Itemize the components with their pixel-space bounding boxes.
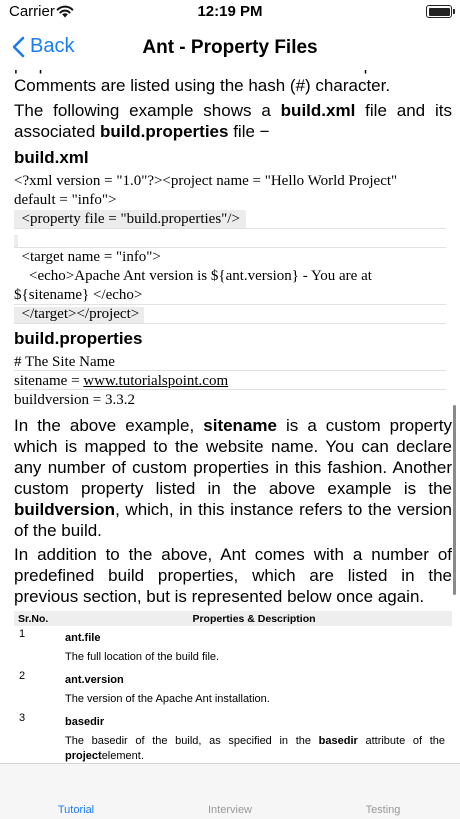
paragraph-comments: Comments are listed using the hash (#) c…: [14, 76, 391, 95]
table-header: Sr.No. Properties & Description: [14, 611, 452, 626]
code-line: </target></project>: [14, 306, 140, 322]
page-title: Ant - Property Files: [142, 37, 318, 58]
status-bar: Carrier 12:19 PM: [0, 0, 460, 26]
battery-icon: [426, 5, 455, 18]
paragraph-example-intro: The following example shows a build.xml …: [14, 101, 452, 141]
code-line: default = "info">: [14, 192, 117, 208]
code-line: sitename = www.tutorialspoint.com: [14, 373, 229, 389]
code-line: # The Site Name: [14, 354, 115, 370]
heading-build-properties: build.properties: [14, 329, 143, 348]
article-content[interactable]: properties can be defined in a text file…: [0, 70, 460, 763]
code-line: <property file = "build.properties"/>: [14, 211, 240, 227]
heading-build-xml: build.xml: [14, 148, 89, 167]
code-line: <?xml version = "1.0"?><project name = "…: [14, 173, 398, 189]
header-description: Properties & Description: [192, 613, 316, 625]
tab-tutorial[interactable]: Tutorial: [16, 804, 136, 816]
tab-bar: Tutorial Interview Testing: [0, 763, 460, 819]
sitename-link[interactable]: www.tutorialspoint.com: [83, 373, 228, 389]
properties-table: Sr.No. Properties & Description 1 ant.fi…: [14, 611, 452, 763]
code-line: <target name = "info">: [14, 249, 161, 265]
code-line: <echo>Apache Ant version is ${ant.versio…: [14, 268, 372, 284]
code-line: buildversion = 3.3.2: [14, 392, 135, 408]
code-line: ${sitename} </echo>: [14, 287, 143, 303]
clock: 12:19 PM: [197, 3, 263, 20]
tab-interview[interactable]: Interview: [170, 804, 290, 816]
paragraph-predefined: In addition to the above, Ant comes with…: [14, 545, 452, 606]
scrollbar[interactable]: [453, 405, 456, 595]
code-block-build-properties: # The Site Name sitename = www.tutorials…: [14, 353, 446, 410]
paragraph-sitename: In the above example, sitename is a cust…: [14, 416, 452, 540]
navigation-bar: Back Ant - Property Files: [0, 26, 460, 70]
tab-testing[interactable]: Testing: [323, 804, 443, 816]
code-block-build-xml: <?xml version = "1.0"?><project name = "…: [14, 172, 446, 324]
